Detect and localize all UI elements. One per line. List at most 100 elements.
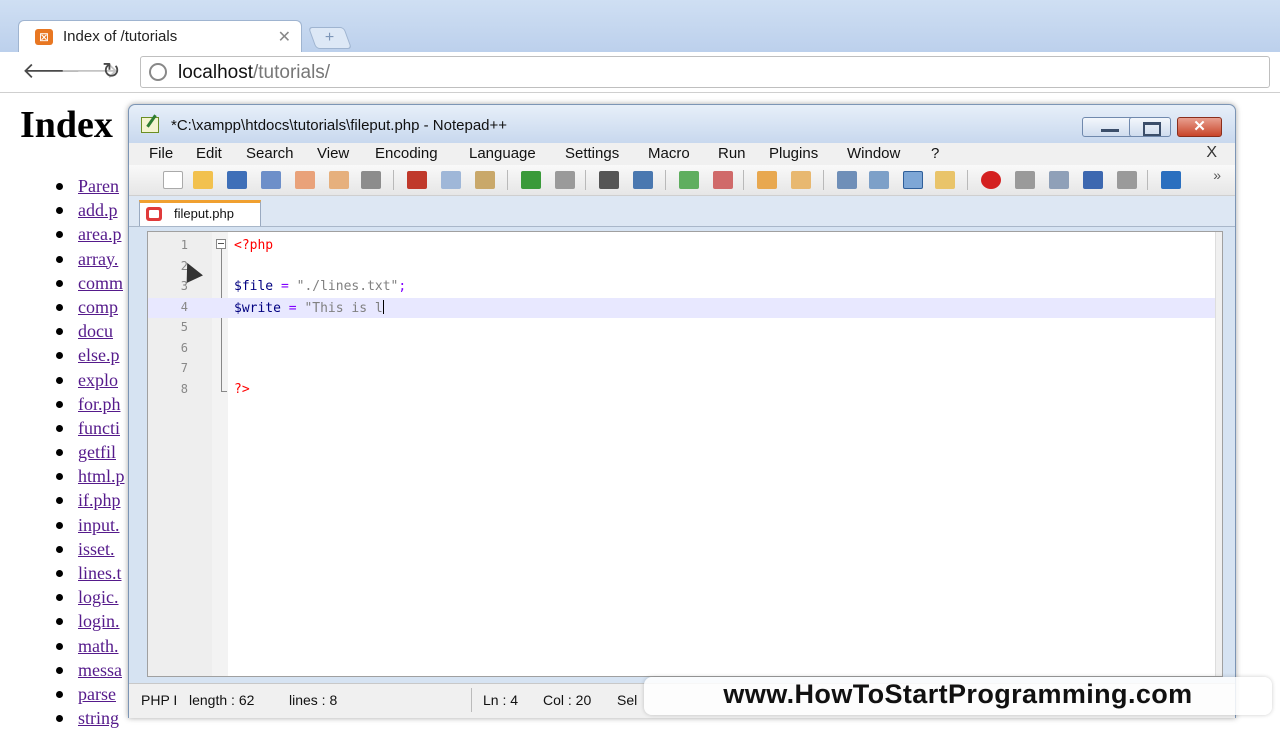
line-number: 6 xyxy=(180,340,188,355)
file-link[interactable]: messa xyxy=(78,660,122,681)
file-link[interactable]: for.ph xyxy=(78,394,121,415)
file-link[interactable]: explo xyxy=(78,370,118,391)
window-titlebar[interactable]: *C:\xampp\htdocs\tutorials\fileput.php -… xyxy=(129,105,1235,143)
reload-icon[interactable]: ↻ xyxy=(102,58,120,84)
cut-icon[interactable] xyxy=(407,171,427,189)
page-info-icon[interactable] xyxy=(149,63,167,81)
new-tab-button[interactable]: + xyxy=(307,27,353,49)
sync-vertical-icon[interactable] xyxy=(757,171,777,189)
file-link[interactable]: Paren xyxy=(78,176,119,197)
code-text-highlighted: $file = "./lines.txt"; xyxy=(234,279,407,294)
close-window-button[interactable]: ✕ xyxy=(1177,117,1222,137)
file-link[interactable]: array. xyxy=(78,249,118,270)
new-file-icon[interactable] xyxy=(163,171,183,189)
code-line: 7 xyxy=(148,359,1222,380)
find-icon[interactable] xyxy=(599,171,619,189)
close-file-icon[interactable] xyxy=(295,171,315,189)
record-macro-icon[interactable] xyxy=(981,171,1001,189)
replace-icon[interactable] xyxy=(633,171,653,189)
file-link[interactable]: login. xyxy=(78,611,120,632)
text-caret xyxy=(382,299,384,314)
show-all-chars-icon[interactable] xyxy=(869,171,889,189)
file-link[interactable]: math. xyxy=(78,636,119,657)
code-line: 3 $file = "./lines.txt"; xyxy=(148,277,1222,298)
menu-macro[interactable]: Macro xyxy=(648,145,690,162)
file-link[interactable]: add.p xyxy=(78,200,118,221)
notepadpp-toolbar: » xyxy=(129,165,1235,196)
browser-tab[interactable]: ⊠ Index of /tutorials ✕ xyxy=(18,20,302,52)
file-link[interactable]: comp xyxy=(78,297,118,318)
address-url: localhost/tutorials/ xyxy=(178,62,330,84)
menu-bar: File Edit Search View Encoding Language … xyxy=(129,143,1235,165)
file-link[interactable]: getfil xyxy=(78,442,116,463)
close-tab-icon[interactable]: ✕ xyxy=(278,27,291,47)
open-file-icon[interactable] xyxy=(193,171,213,189)
close-document-icon[interactable]: X xyxy=(1206,144,1217,162)
file-link[interactable]: logic. xyxy=(78,587,119,608)
stop-macro-icon[interactable] xyxy=(1015,171,1035,189)
menu-window[interactable]: Window xyxy=(847,145,900,162)
status-length: length : 62 xyxy=(189,692,255,708)
plugin-icon[interactable] xyxy=(1161,171,1181,189)
code-line: 5 xyxy=(148,318,1222,339)
menu-view[interactable]: View xyxy=(317,145,349,162)
menu-help[interactable]: ? xyxy=(931,145,939,162)
file-link[interactable]: parse xyxy=(78,684,116,705)
watermark-text: www.HowToStartProgramming.com xyxy=(723,679,1193,709)
paste-icon[interactable] xyxy=(475,171,495,189)
address-bar[interactable]: localhost/tutorials/ xyxy=(140,56,1270,88)
word-wrap-icon[interactable] xyxy=(837,171,857,189)
status-separator xyxy=(471,688,472,712)
file-link[interactable]: string xyxy=(78,708,119,729)
code-line: 6 xyxy=(148,339,1222,360)
toolbar-separator xyxy=(967,170,968,190)
code-text-highlighted: $write = "This is l xyxy=(234,299,384,316)
file-link[interactable]: comm xyxy=(78,273,123,294)
toolbar-overflow-icon[interactable]: » xyxy=(1213,167,1221,183)
file-link[interactable]: docu xyxy=(78,321,113,342)
copy-icon[interactable] xyxy=(441,171,461,189)
menu-run[interactable]: Run xyxy=(718,145,746,162)
menu-settings[interactable]: Settings xyxy=(565,145,619,162)
menu-search[interactable]: Search xyxy=(246,145,294,162)
menu-file[interactable]: File xyxy=(149,145,173,162)
document-tabbar: fileput.php xyxy=(129,196,1235,227)
document-tab[interactable]: fileput.php xyxy=(139,200,261,226)
menu-edit[interactable]: Edit xyxy=(196,145,222,162)
save-icon[interactable] xyxy=(227,171,247,189)
file-link[interactable]: input. xyxy=(78,515,120,536)
run-macro-multiple-icon[interactable] xyxy=(1083,171,1103,189)
zoom-in-icon[interactable] xyxy=(679,171,699,189)
indent-guide-icon[interactable] xyxy=(903,171,923,189)
print-icon[interactable] xyxy=(361,171,381,189)
file-link[interactable]: else.p xyxy=(78,345,119,366)
undo-icon[interactable] xyxy=(521,171,541,189)
file-link[interactable]: isset. xyxy=(78,539,115,560)
close-all-icon[interactable] xyxy=(329,171,349,189)
redo-icon[interactable] xyxy=(555,171,575,189)
zoom-out-icon[interactable] xyxy=(713,171,733,189)
code-editor[interactable]: 1 <?php 2 3 $file = "./lines.txt"; 4 $wr… xyxy=(147,231,1223,677)
editor-scrollbar[interactable] xyxy=(1215,232,1222,676)
watermark-banner: www.HowToStartProgramming.com xyxy=(644,677,1272,715)
file-link[interactable]: html.p xyxy=(78,466,125,487)
window-title: *C:\xampp\htdocs\tutorials\fileput.php -… xyxy=(171,117,508,134)
toolbar-separator xyxy=(585,170,586,190)
notepadpp-window: *C:\xampp\htdocs\tutorials\fileput.php -… xyxy=(128,104,1236,718)
save-macro-icon[interactable] xyxy=(1117,171,1137,189)
file-link[interactable]: lines.t xyxy=(78,563,122,584)
file-link[interactable]: functi xyxy=(78,418,120,439)
menu-encoding[interactable]: Encoding xyxy=(375,145,438,162)
menu-language[interactable]: Language xyxy=(469,145,536,162)
save-all-icon[interactable] xyxy=(261,171,281,189)
doc-map-icon[interactable] xyxy=(935,171,955,189)
maximize-button[interactable] xyxy=(1129,117,1171,137)
code-text: ?> xyxy=(234,381,250,397)
play-macro-icon[interactable] xyxy=(1049,171,1069,189)
sync-horizontal-icon[interactable] xyxy=(791,171,811,189)
menu-plugins[interactable]: Plugins xyxy=(769,145,818,162)
file-link[interactable]: if.php xyxy=(78,490,121,511)
status-lines: lines : 8 xyxy=(289,692,338,708)
code-line-current: 4 $write = "This is l xyxy=(148,297,1222,318)
file-link[interactable]: area.p xyxy=(78,224,121,245)
